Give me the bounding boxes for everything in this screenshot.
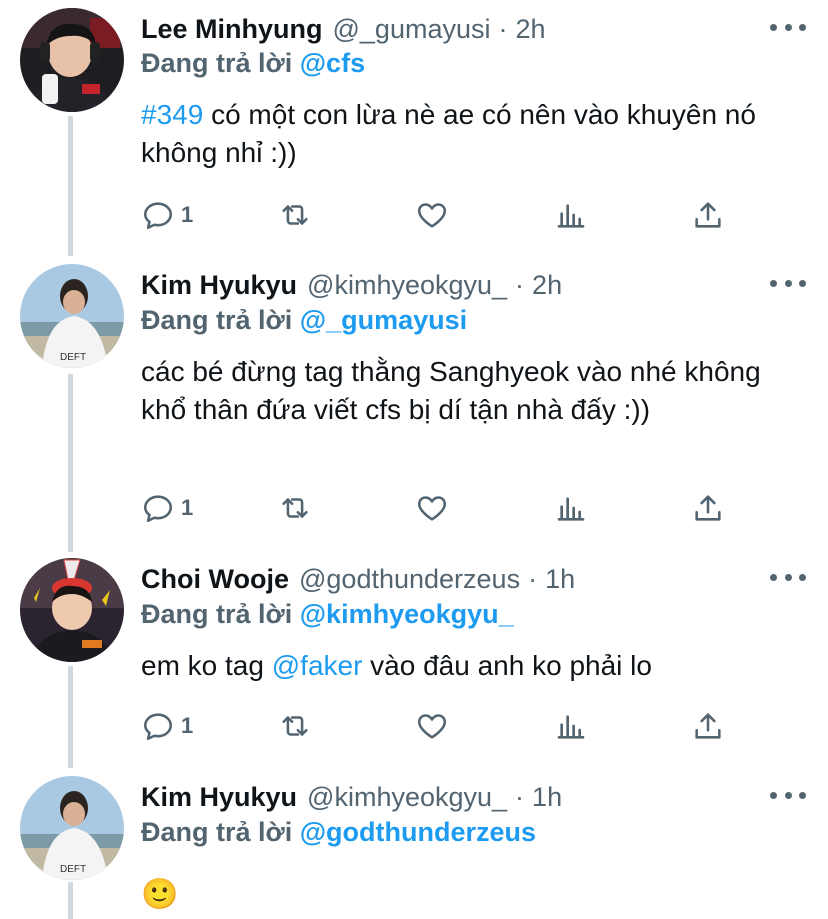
user-handle[interactable]: @kimhyeokgyu_	[307, 270, 507, 301]
reply-button[interactable]: 1	[141, 709, 193, 743]
tweet-header: Choi Wooje @godthunderzeus · 1h	[141, 562, 575, 596]
timestamp[interactable]: 1h	[532, 782, 562, 813]
hashtag-link[interactable]: #349	[141, 99, 203, 130]
retweet-button[interactable]	[277, 709, 313, 743]
timestamp[interactable]: 2h	[515, 14, 545, 45]
reply-prefix: Đang trả lời	[141, 599, 293, 629]
mention-link[interactable]: @faker	[272, 650, 363, 681]
replying-to: Đang trả lời @kimhyeokgyu_	[141, 599, 514, 630]
like-button[interactable]	[415, 709, 449, 743]
display-name[interactable]: Lee Minhyung	[141, 14, 323, 45]
separator-dot: ·	[515, 781, 525, 812]
heart-icon	[417, 714, 447, 739]
tweet-text-content: có một con lừa nè ae có nên vào khuyên n…	[141, 99, 756, 168]
tweet-text-content: em ko tag	[141, 650, 272, 681]
like-button[interactable]	[415, 491, 449, 525]
more-options-icon[interactable]	[770, 273, 806, 293]
avatar[interactable]	[20, 8, 124, 112]
tweet-header: Lee Minhyung @_gumayusi · 2h	[141, 12, 546, 46]
share-button[interactable]	[691, 198, 725, 232]
reply-count: 1	[181, 495, 194, 520]
heart-icon	[417, 496, 447, 521]
retweet-button[interactable]	[277, 491, 313, 525]
reply-icon	[143, 713, 173, 741]
more-options-icon[interactable]	[770, 567, 806, 587]
tweet-header: Kim Hyukyu @kimhyeokgyu_ · 2h	[141, 268, 562, 302]
reply-button[interactable]: 1	[141, 198, 193, 232]
reply-prefix: Đang trả lời	[141, 305, 293, 335]
tweet-text: em ko tag @faker vào đâu anh ko phải lo	[141, 647, 801, 685]
reply-icon	[143, 495, 173, 523]
action-bar: 1	[141, 491, 741, 525]
tweet-text-content: vào đâu anh ko phải lo	[362, 650, 652, 681]
tweet[interactable]: DEFT Kim Hyukyu @kimhyeokgyu_ · 1h Đang …	[0, 768, 828, 919]
tweet-text: #349 có một con lừa nè ae có nên vào khu…	[141, 96, 801, 172]
tweet[interactable]: Choi Wooje @godthunderzeus · 1h Đang trả…	[0, 550, 828, 762]
user-handle[interactable]: @_gumayusi	[333, 14, 491, 45]
separator-dot: ·	[528, 563, 538, 594]
avatar[interactable]	[20, 558, 124, 662]
share-button[interactable]	[691, 491, 725, 525]
retweet-icon	[282, 205, 308, 225]
share-icon	[695, 495, 721, 521]
timestamp[interactable]: 2h	[532, 270, 562, 301]
analytics-icon	[557, 715, 585, 739]
share-icon	[695, 202, 721, 228]
share-button[interactable]	[691, 709, 725, 743]
analytics-button[interactable]	[555, 491, 587, 525]
reply-mention[interactable]: @godthunderzeus	[300, 817, 536, 847]
tweet-text: các bé đừng tag thằng Sanghyeok vào nhé …	[141, 356, 761, 425]
replying-to: Đang trả lời @_gumayusi	[141, 305, 467, 336]
analytics-icon	[557, 497, 585, 521]
reply-prefix: Đang trả lời	[141, 817, 293, 847]
tweet-text: 🙂	[141, 876, 801, 914]
tweet[interactable]: DEFT Kim Hyukyu @kimhyeokgyu_ · 2h Đang …	[0, 256, 828, 546]
reply-count: 1	[181, 713, 194, 738]
reply-count: 1	[181, 202, 194, 227]
more-options-icon[interactable]	[770, 785, 806, 805]
heart-icon	[417, 203, 447, 228]
display-name[interactable]: Kim Hyukyu	[141, 782, 297, 813]
user-handle[interactable]: @godthunderzeus	[299, 564, 520, 595]
retweet-icon	[282, 498, 308, 518]
reply-prefix: Đang trả lời	[141, 48, 293, 78]
retweet-button[interactable]	[277, 198, 313, 232]
slightly-smiling-emoji: 🙂	[141, 877, 179, 912]
share-icon	[695, 713, 721, 739]
analytics-icon	[557, 204, 585, 228]
reply-icon	[143, 202, 173, 230]
replying-to: Đang trả lời @godthunderzeus	[141, 817, 536, 848]
svg-text:DEFT: DEFT	[60, 864, 86, 875]
user-handle[interactable]: @kimhyeokgyu_	[307, 782, 507, 813]
more-options-icon[interactable]	[770, 17, 806, 37]
reply-mention[interactable]: @cfs	[300, 48, 365, 78]
timestamp[interactable]: 1h	[545, 564, 575, 595]
reply-button[interactable]: 1	[141, 491, 193, 525]
like-button[interactable]	[415, 198, 449, 232]
svg-text:DEFT: DEFT	[60, 352, 86, 363]
display-name[interactable]: Kim Hyukyu	[141, 270, 297, 301]
avatar[interactable]: DEFT	[20, 264, 124, 368]
separator-dot: ·	[515, 269, 525, 300]
reply-mention[interactable]: @kimhyeokgyu_	[300, 599, 514, 629]
tweet[interactable]: Lee Minhyung @_gumayusi · 2h Đang trả lờ…	[0, 0, 828, 250]
action-bar: 1	[141, 709, 741, 743]
replying-to: Đang trả lời @cfs	[141, 48, 365, 79]
tweet-header: Kim Hyukyu @kimhyeokgyu_ · 1h	[141, 780, 562, 814]
reply-mention[interactable]: @_gumayusi	[300, 305, 467, 335]
retweet-icon	[282, 716, 308, 736]
analytics-button[interactable]	[555, 198, 587, 232]
display-name[interactable]: Choi Wooje	[141, 564, 289, 595]
action-bar: 1	[141, 198, 741, 232]
analytics-button[interactable]	[555, 709, 587, 743]
separator-dot: ·	[498, 13, 508, 44]
avatar[interactable]: DEFT	[20, 776, 124, 880]
